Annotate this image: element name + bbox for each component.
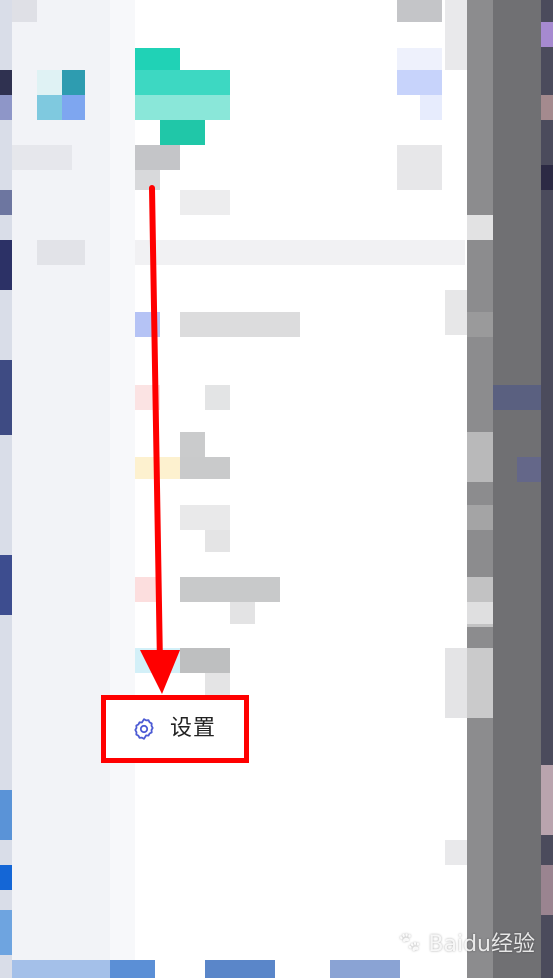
gear-icon	[132, 717, 156, 741]
settings-menu-item[interactable]: 设置	[103, 698, 245, 760]
pixelated-background	[0, 0, 553, 978]
settings-label: 设置	[169, 716, 216, 741]
screenshot-root: 设置 🐾︎ Baidu经验	[0, 0, 553, 978]
